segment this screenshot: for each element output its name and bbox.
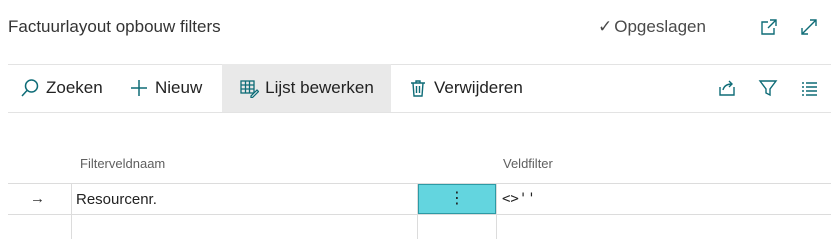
check-icon: ✓ (598, 17, 613, 36)
list-view-icon[interactable] (798, 77, 820, 99)
saved-status-label: Opgeslagen (614, 17, 706, 36)
plus-icon (129, 78, 149, 98)
new-button-label: Nieuw (155, 78, 203, 97)
search-button-label: Zoeken (46, 78, 103, 97)
assist-edit-button[interactable]: ⋮ (418, 184, 496, 214)
delete-button-label: Verwijderen (434, 78, 523, 97)
field-name-cell[interactable]: Resourcenr. (76, 191, 157, 208)
toolbar-bottom-divider (8, 112, 831, 113)
page-title: Factuurlayout opbouw filters (8, 17, 221, 36)
row-indicator-arrow-icon: → (30, 190, 45, 207)
field-filter-cell[interactable]: <>'' (502, 191, 536, 207)
search-button[interactable]: Zoeken (20, 65, 103, 111)
share-icon[interactable] (716, 77, 738, 99)
saved-status: ✓ Opgeslagen (598, 17, 706, 37)
column-header-field-name[interactable]: Filterveldnaam (80, 156, 165, 171)
column-divider (71, 183, 72, 239)
expand-icon[interactable] (798, 16, 820, 38)
search-icon (20, 78, 40, 98)
edit-list-icon (239, 78, 260, 98)
open-in-new-window-icon[interactable] (758, 16, 780, 38)
delete-button[interactable]: Verwijderen (408, 65, 523, 111)
edit-list-button[interactable]: Lijst bewerken (222, 64, 391, 112)
new-button[interactable]: Nieuw (129, 65, 202, 111)
row-divider-bottom (8, 214, 831, 215)
edit-list-button-label: Lijst bewerken (265, 78, 374, 97)
column-divider (496, 183, 497, 239)
column-header-field-filter[interactable]: Veldfilter (503, 156, 553, 171)
more-options-icon: ⋮ (449, 190, 465, 207)
trash-icon (408, 78, 428, 98)
filter-icon[interactable] (757, 77, 779, 99)
